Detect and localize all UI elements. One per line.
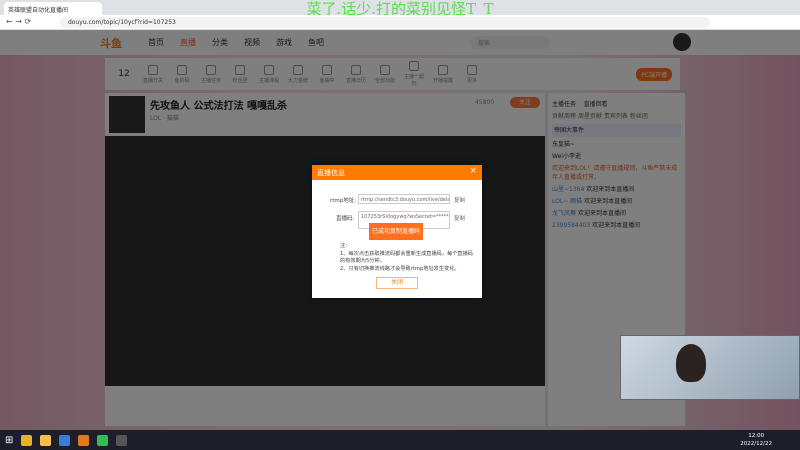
url-input[interactable]: douyu.com/topic/10ycf?rid=107253 bbox=[60, 17, 710, 28]
app-icon[interactable] bbox=[78, 434, 90, 446]
copy-rtmp-link[interactable]: 复制 bbox=[454, 196, 465, 204]
close-icon[interactable]: × bbox=[469, 166, 477, 176]
folder-icon[interactable] bbox=[40, 434, 52, 446]
note-2: 2、只有切换推流线路才会导致rtmp地址发生变化。 bbox=[340, 265, 460, 272]
notes-title: 注: bbox=[340, 243, 347, 249]
streamer-figure bbox=[676, 344, 706, 382]
back-icon[interactable]: ← → ⟳ bbox=[6, 17, 31, 26]
taskbar: ⊞ 12:00 2022/12/22 bbox=[0, 430, 800, 450]
windows-start-icon[interactable]: ⊞ bbox=[5, 435, 13, 446]
system-clock[interactable]: 12:00 2022/12/22 bbox=[740, 432, 772, 448]
app-icon[interactable] bbox=[97, 434, 109, 446]
browser-tab-bar: 英雄联盟自动化直播间 菜了.话少.打的菜别见怪T_T bbox=[0, 0, 800, 18]
rtmp-label: rtmp地址: bbox=[330, 198, 357, 204]
stream-info-dialog: 直播信息 × rtmp地址: rtmp://sendtc3.douyu.com/… bbox=[312, 165, 482, 298]
close-button[interactable]: 关闭 bbox=[376, 277, 418, 289]
clock-time: 12:00 bbox=[748, 433, 765, 439]
note-1: 1、每次点击获取推流码都会重新生成直播码，每个直播码的有效期为5分钟。 bbox=[340, 250, 473, 265]
copied-toast: 已成功复制直播码 bbox=[369, 223, 423, 240]
app-icon[interactable] bbox=[59, 434, 71, 446]
webcam-overlay bbox=[620, 335, 800, 400]
clock-date: 2022/12/22 bbox=[740, 441, 772, 447]
rtmp-address-field[interactable]: rtmp://sendtc3.douyu.com/live/delay bbox=[358, 194, 450, 204]
obs-icon[interactable] bbox=[116, 434, 128, 446]
address-bar: ← → ⟳ douyu.com/topic/10ycf?rid=107253 bbox=[0, 15, 800, 30]
stream-code-label: 直播码: bbox=[336, 216, 355, 222]
dialog-notes: 注: 1、每次点击获取推流码都会重新生成直播码，每个直播码的有效期为5分钟。 2… bbox=[340, 243, 475, 273]
dialog-title: 直播信息 bbox=[317, 169, 345, 177]
chrome-icon[interactable] bbox=[21, 434, 33, 446]
dialog-header: 直播信息 × bbox=[312, 165, 482, 180]
copy-code-link[interactable]: 复制 bbox=[454, 214, 465, 222]
